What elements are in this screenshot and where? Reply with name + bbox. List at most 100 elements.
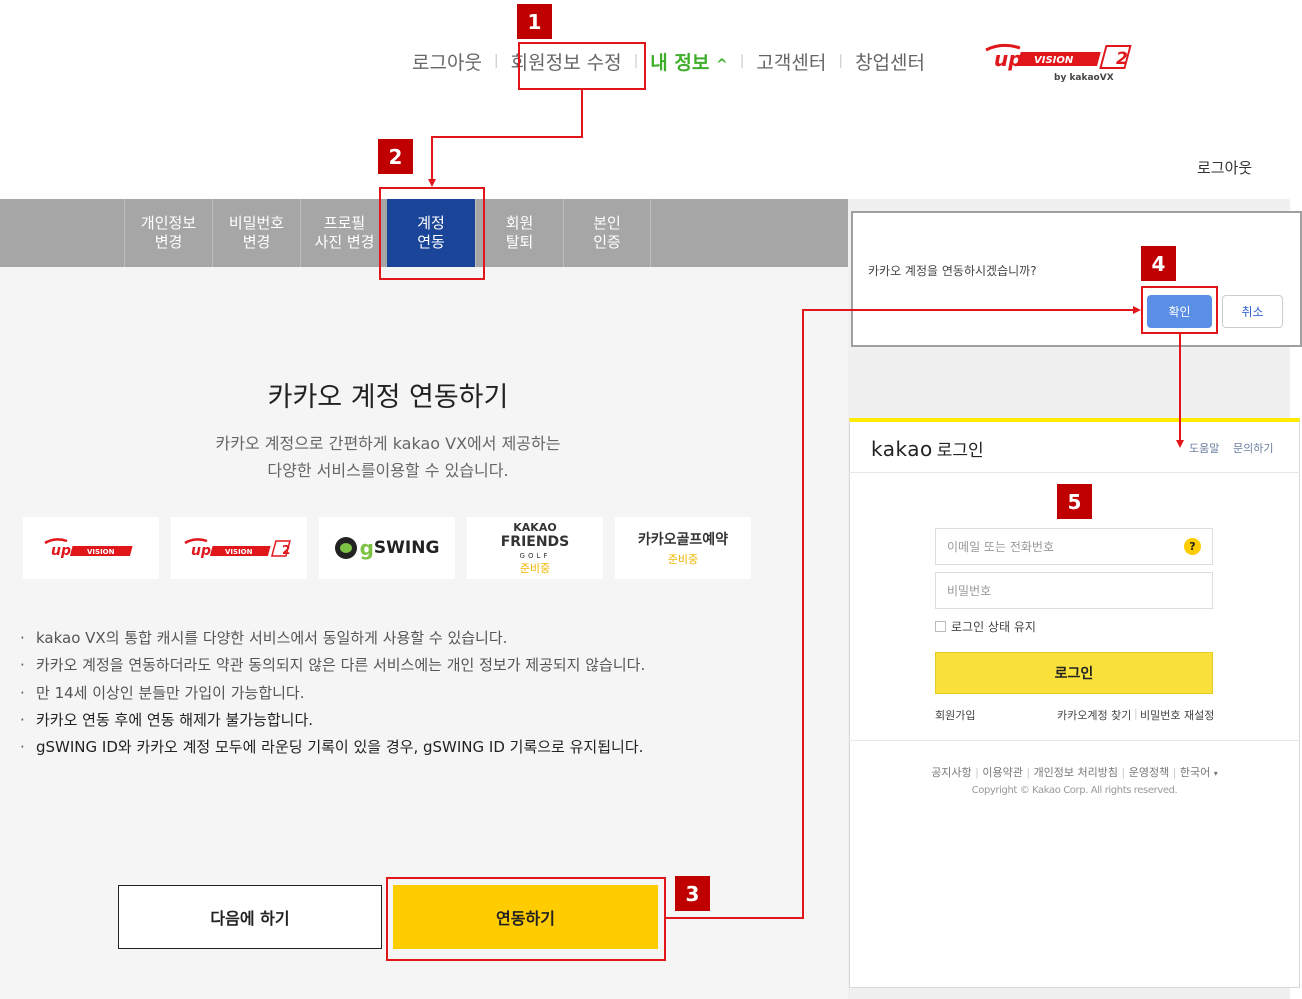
later-button[interactable]: 다음에 하기	[118, 885, 382, 949]
confirm-cancel-button[interactable]: 취소	[1222, 295, 1283, 328]
gswing-logo: g SWING	[334, 536, 440, 560]
kakao-inquiry-link[interactable]: 문의하기	[1233, 440, 1273, 456]
svg-text:VISION: VISION	[87, 548, 115, 556]
step-badge-4: 4	[1141, 246, 1176, 281]
service-card-kakao-golf-reservation: 카카오골프예약 준비중	[615, 517, 751, 579]
svg-text:VISION: VISION	[225, 548, 253, 556]
gswing-circle-icon	[334, 537, 357, 559]
footer-terms-link[interactable]: 이용약관	[982, 766, 1022, 779]
step-badge-5: 5	[1057, 484, 1092, 519]
description-line-2: 다양한 서비스를이용할 수 있습니다.	[267, 461, 509, 480]
dialog-message: 카카오 계정을 연동하시겠습니까?	[868, 264, 1037, 278]
nav-customer-center[interactable]: 고객센터	[744, 48, 838, 75]
logo-subtitle: by kakaoVX	[1054, 73, 1114, 83]
gswing-wordmark: SWING	[373, 538, 440, 558]
kakao-password-input[interactable]: 비밀번호	[935, 572, 1213, 609]
upvision2-logo: up VISION 2	[184, 538, 291, 559]
notice-text: 만 14세 이상인 분들만 가입이 가능합니다.	[36, 683, 305, 702]
callout-box-3	[386, 877, 666, 961]
tab-label-line2: 변경	[154, 233, 183, 251]
notice-text: 카카오 계정을 연동하더라도 약관 동의되지 않은 다른 서비스에는 개인 정보…	[36, 656, 646, 675]
bullet-marker: ·	[20, 738, 25, 757]
footer-separator: |	[1172, 766, 1180, 779]
kakao-copyright: Copyright © Kakao Corp. All rights reser…	[971, 785, 1178, 796]
tab-label-line1: 회원	[505, 214, 534, 232]
bullet-marker: ·	[20, 629, 25, 647]
callout-box-1	[518, 42, 646, 90]
tab-label-line2: 사진 변경	[314, 233, 375, 251]
footer-policy-link[interactable]: 운영정책	[1129, 766, 1169, 779]
kakao-friends-golf-logo: KAKAO FRIENDS GOLF	[500, 521, 570, 560]
nav-my-info[interactable]: 내 정보 ^	[638, 48, 739, 75]
tab-label-line2: 변경	[242, 233, 271, 251]
kakao-reset-password-link[interactable]: 비밀번호 재설정	[1140, 707, 1214, 723]
list-item: · 만 14세 이상인 분들만 가입이 가능합니다.	[20, 680, 645, 707]
bullet-marker: ·	[20, 656, 25, 675]
footer-language-select[interactable]: 한국어	[1180, 766, 1210, 779]
kakao-login-title: kakao 로그인	[871, 436, 984, 461]
notice-list: · kakao VX의 통합 캐시를 다양한 서비스에서 동일하게 사용할 수 있…	[20, 625, 645, 761]
svg-text:2: 2	[282, 543, 290, 557]
svg-text:2: 2	[1116, 49, 1128, 69]
logout-link[interactable]: 로그아웃	[1197, 157, 1252, 178]
step-badge-3: 3	[675, 876, 710, 911]
checkbox-box[interactable]	[935, 621, 946, 632]
tab-withdraw[interactable]: 회원 탈퇴	[475, 199, 563, 267]
callout-box-4	[1141, 286, 1218, 334]
tab-identity-verification[interactable]: 본인 인증	[563, 199, 651, 267]
service-card-gswing: g SWING	[319, 517, 455, 579]
gswing-g: g	[359, 536, 374, 560]
footer-privacy-link[interactable]: 개인정보 처리방침	[1034, 766, 1118, 779]
tab-label-line1: 개인정보	[140, 214, 197, 232]
kakao-footer-links: 공지사항 | 이용약관 | 개인정보 처리방침 | 운영정책 | 한국어 ▾	[849, 764, 1300, 780]
nav-my-info-label: 내 정보	[650, 51, 710, 74]
kakao-login-label: 로그인	[936, 441, 984, 461]
nav-logout[interactable]: 로그아웃	[400, 48, 494, 75]
tutorial-screenshot: 로그아웃 | 회원정보 수정 | 내 정보 ^ | 고객센터 | 창업센터 up…	[0, 0, 1302, 999]
tab-profile-photo[interactable]: 프로필 사진 변경	[300, 199, 388, 267]
help-question-icon[interactable]: ?	[1184, 538, 1201, 555]
tab-label-line1: 본인	[593, 214, 621, 232]
footer-separator: |	[1026, 766, 1034, 779]
callout-box-2	[379, 187, 485, 280]
list-item: · 카카오 연동 후에 연동 해제가 불가능합니다.	[20, 707, 645, 734]
bullet-marker: ·	[20, 710, 25, 729]
service-name: 카카오골프예약	[637, 532, 729, 548]
list-item: · kakao VX의 통합 캐시를 다양한 서비스에서 동일하게 사용할 수 있…	[20, 625, 645, 652]
svg-text:VISION: VISION	[1034, 55, 1074, 66]
footer-notice-link[interactable]: 공지사항	[931, 766, 971, 779]
kakao-find-account-link[interactable]: 카카오계정 찾기	[1057, 707, 1131, 723]
service-card-kakao-friends-golf: KAKAO FRIENDS GOLF 준비중	[467, 517, 603, 579]
tab-personal-info[interactable]: 개인정보 변경	[124, 199, 212, 267]
bullet-marker: ·	[20, 683, 25, 702]
keep-login-checkbox[interactable]: 로그인 상태 유지	[935, 618, 1036, 635]
link-separator: |	[1134, 707, 1138, 720]
tab-password[interactable]: 비밀번호 변경	[212, 199, 300, 267]
nav-startup-center[interactable]: 창업센터	[843, 48, 937, 75]
upvision-logo: up VISION	[44, 538, 133, 559]
list-item: · gSWING ID와 카카오 계정 모두에 라운딩 기록이 있을 경우, gS…	[20, 734, 645, 761]
page-title: 카카오 계정 연동하기	[267, 382, 509, 413]
kakao-login-button[interactable]: 로그인	[935, 652, 1213, 694]
kakao-help-link[interactable]: 도움말	[1189, 440, 1219, 456]
kakao-header-divider	[849, 472, 1300, 473]
svg-text:up: up	[994, 47, 1023, 71]
notice-text: kakao VX의 통합 캐시를 다양한 서비스에서 동일하게 사용할 수 있습…	[36, 629, 508, 647]
step-badge-1: 1	[517, 4, 552, 39]
svg-text:up: up	[51, 543, 71, 559]
notice-text: gSWING ID와 카카오 계정 모두에 라운딩 기록이 있을 경우, gSW…	[36, 738, 644, 757]
step-badge-2: 2	[378, 139, 413, 174]
keep-login-label: 로그인 상태 유지	[951, 620, 1036, 634]
svg-text:up: up	[191, 543, 211, 559]
arrow-1-to-2	[428, 90, 583, 187]
coming-soon-label: 준비중	[519, 562, 551, 575]
coming-soon-label: 준비중	[667, 553, 699, 566]
kakao-id-input[interactable]: 이메일 또는 전화번호	[935, 528, 1213, 565]
top-navigation: 로그아웃 | 회원정보 수정 | 내 정보 ^ | 고객센터 | 창업센터	[400, 44, 937, 78]
description-line-1: 카카오 계정으로 간편하게 kakao VX에서 제공하는	[215, 434, 561, 453]
kakao-signup-link[interactable]: 회원가입	[935, 707, 975, 723]
tab-label-line2: 인증	[593, 233, 621, 251]
kakao-brand: kakao	[871, 437, 933, 461]
list-item: · 카카오 계정을 연동하더라도 약관 동의되지 않은 다른 서비스에는 개인 정…	[20, 652, 645, 679]
service-card-upvision: up VISION	[23, 517, 159, 579]
